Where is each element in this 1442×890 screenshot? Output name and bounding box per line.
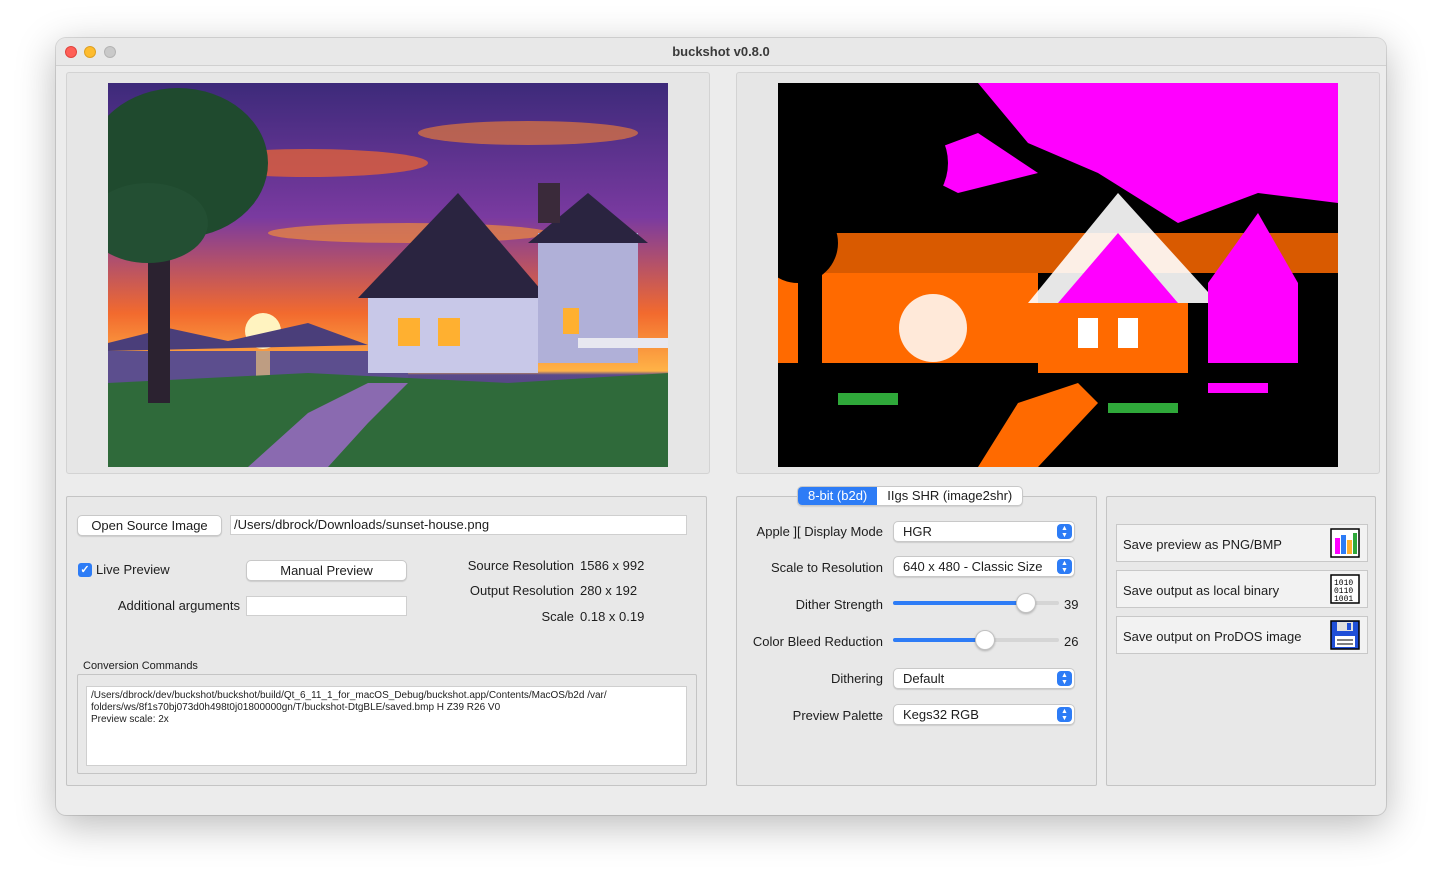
image-file-icon xyxy=(1330,528,1360,558)
source-resolution-label: Source Resolution xyxy=(467,558,574,573)
select-arrows-icon: ▲ ▼ xyxy=(1057,707,1072,722)
title-bar: buckshot v0.8.0 xyxy=(56,38,1386,66)
output-preview-panel xyxy=(736,72,1380,474)
color-bleed-value: 26 xyxy=(1064,634,1079,649)
display-mode-label: Apple ][ Display Mode xyxy=(756,524,883,539)
scale-resolution-label: Scale to Resolution xyxy=(770,560,883,575)
live-preview-checkbox[interactable]: ✓ xyxy=(78,563,92,577)
dither-strength-label: Dither Strength xyxy=(795,597,883,612)
output-resolution-label: Output Resolution xyxy=(469,583,574,598)
display-mode-select[interactable]: HGR ▲ ▼ xyxy=(893,521,1075,542)
dithering-select[interactable]: Default ▲ ▼ xyxy=(893,668,1075,689)
scale-value: 0.18 x 0.19 xyxy=(580,609,645,624)
scale-resolution-value: 640 x 480 - Classic Size xyxy=(903,559,1043,574)
tab-8bit[interactable]: 8-bit (b2d) xyxy=(798,487,878,505)
command-line-1: /Users/dbrock/dev/buckshot/buckshot/buil… xyxy=(91,690,607,701)
dithering-value: Default xyxy=(903,671,945,686)
scale-label: Scale xyxy=(541,609,574,624)
live-preview-label: Live Preview xyxy=(96,562,170,577)
select-arrows-icon: ▲ ▼ xyxy=(1057,524,1072,539)
output-resolution-value: 280 x 192 xyxy=(580,583,638,598)
additional-arguments-label: Additional arguments xyxy=(117,598,240,613)
save-output-prodos-button[interactable]: Save output on ProDOS image xyxy=(1116,616,1368,654)
save-preview-png-label: Save preview as PNG/BMP xyxy=(1123,537,1282,552)
dither-strength-knob[interactable] xyxy=(1016,593,1036,613)
preview-scale-line: Preview scale: 2x xyxy=(91,714,169,725)
color-bleed-knob[interactable] xyxy=(975,630,995,650)
preview-palette-select[interactable]: Kegs32 RGB ▲ ▼ xyxy=(893,704,1075,725)
preview-palette-label: Preview Palette xyxy=(792,708,883,723)
scale-resolution-select[interactable]: 640 x 480 - Classic Size ▲ ▼ xyxy=(893,556,1075,577)
dither-strength-fill xyxy=(893,601,1026,605)
save-output-binary-label: Save output as local binary xyxy=(1123,583,1280,598)
source-path-field[interactable]: /Users/dbrock/Downloads/sunset-house.png xyxy=(230,515,687,535)
open-source-image-button[interactable]: Open Source Image xyxy=(77,515,222,536)
dither-strength-value: 39 xyxy=(1064,597,1079,612)
tab-iigs-shr[interactable]: IIgs SHR (image2shr) xyxy=(877,487,1022,505)
output-preview-image xyxy=(778,83,1338,467)
additional-arguments-field[interactable] xyxy=(246,596,407,616)
color-bleed-label: Color Bleed Reduction xyxy=(752,634,883,649)
command-line-2: folders/ws/8f1s70bj073d0h498t0j01800000g… xyxy=(91,702,501,713)
manual-preview-button[interactable]: Manual Preview xyxy=(246,560,407,581)
display-mode-value: HGR xyxy=(903,524,932,539)
dither-strength-slider[interactable] xyxy=(893,593,1059,613)
conversion-commands-label: Conversion Commands xyxy=(83,660,198,672)
dithering-label: Dithering xyxy=(830,671,883,686)
svg-text:1001: 1001 xyxy=(1334,595,1353,604)
save-output-binary-button[interactable]: Save output as local binary 1010 0110 10… xyxy=(1116,570,1368,608)
select-arrows-icon: ▲ ▼ xyxy=(1057,559,1072,574)
app-window: buckshot v0.8.0 Open Source Image /Users… xyxy=(56,38,1386,815)
select-arrows-icon: ▲ ▼ xyxy=(1057,671,1072,686)
mode-tabs: 8-bit (b2d) IIgs SHR (image2shr) xyxy=(797,486,1024,506)
conversion-commands-text[interactable]: /Users/dbrock/dev/buckshot/buckshot/buil… xyxy=(86,686,687,766)
window-title: buckshot v0.8.0 xyxy=(672,44,770,59)
source-resolution-value: 1586 x 992 xyxy=(580,558,645,573)
source-image-panel xyxy=(66,72,710,474)
color-bleed-slider[interactable] xyxy=(893,630,1059,650)
source-image xyxy=(108,83,668,467)
save-preview-png-button[interactable]: Save preview as PNG/BMP xyxy=(1116,524,1368,562)
preview-palette-value: Kegs32 RGB xyxy=(903,707,979,722)
color-bleed-fill xyxy=(893,638,985,642)
save-output-prodos-label: Save output on ProDOS image xyxy=(1123,629,1302,644)
binary-file-icon: 1010 0110 1001 xyxy=(1330,574,1360,604)
floppy-disk-icon xyxy=(1330,620,1360,650)
